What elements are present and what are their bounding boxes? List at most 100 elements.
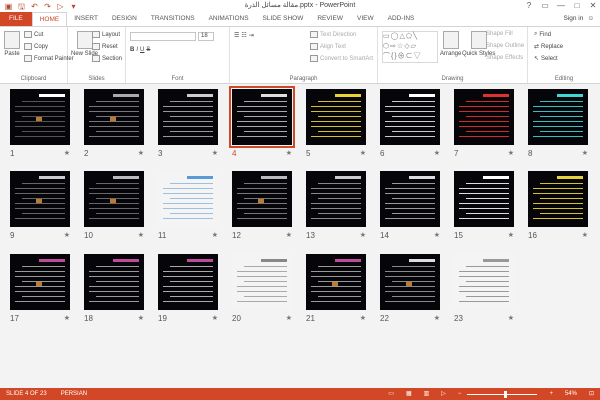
- slide-preview[interactable]: [528, 171, 588, 227]
- slide-preview[interactable]: [380, 254, 440, 310]
- slide-preview[interactable]: [306, 171, 366, 227]
- slide-preview[interactable]: [10, 171, 70, 227]
- slide-thumbnail[interactable]: 6 ★: [380, 89, 440, 158]
- font-size-box[interactable]: 18: [198, 32, 214, 41]
- slide-preview[interactable]: [232, 171, 292, 227]
- select-button[interactable]: ↖ Select: [534, 55, 558, 63]
- slide-preview[interactable]: [84, 254, 144, 310]
- find-button[interactable]: ⌕ Find: [534, 31, 551, 38]
- bullets-icon[interactable]: ☰: [234, 32, 239, 39]
- transition-star-icon[interactable]: ★: [434, 149, 440, 157]
- slide-thumbnail[interactable]: 11 ★: [158, 171, 218, 240]
- slide-preview[interactable]: [454, 89, 514, 145]
- format-painter-button[interactable]: Format Painter: [24, 55, 74, 62]
- slide-preview[interactable]: [454, 254, 514, 310]
- strikethrough-icon[interactable]: S: [146, 47, 150, 53]
- transition-star-icon[interactable]: ★: [360, 231, 366, 239]
- transition-star-icon[interactable]: ★: [138, 149, 144, 157]
- smiley-icon[interactable]: ☺: [587, 12, 594, 26]
- slide-thumbnail[interactable]: 18 ★: [84, 254, 144, 323]
- maximize-icon[interactable]: □: [572, 0, 582, 11]
- slide-thumbnail[interactable]: 5 ★: [306, 89, 366, 158]
- undo-icon[interactable]: ↶: [30, 2, 39, 11]
- transition-star-icon[interactable]: ★: [286, 231, 292, 239]
- transition-star-icon[interactable]: ★: [360, 149, 366, 157]
- slide-thumbnail[interactable]: 21 ★: [306, 254, 366, 323]
- slide-preview[interactable]: [10, 254, 70, 310]
- slide-thumbnail[interactable]: 7 ★: [454, 89, 514, 158]
- cut-button[interactable]: Cut: [24, 31, 43, 38]
- slide-thumbnail[interactable]: 13 ★: [306, 171, 366, 240]
- redo-icon[interactable]: ↷: [43, 2, 52, 11]
- transition-star-icon[interactable]: ★: [212, 231, 218, 239]
- slide-thumbnail[interactable]: 20 ★: [232, 254, 292, 323]
- tab-insert[interactable]: INSERT: [67, 12, 105, 26]
- transition-star-icon[interactable]: ★: [64, 314, 70, 322]
- reset-button[interactable]: Reset: [92, 43, 118, 50]
- replace-button[interactable]: ⇄ Replace: [534, 43, 563, 51]
- slide-preview[interactable]: [306, 89, 366, 145]
- slide-thumbnail[interactable]: 12 ★: [232, 171, 292, 240]
- shapes-gallery[interactable]: ▭◯△⬠╲ ⬡⇨☆◇▱ ⌒{}⊕⊂▽: [382, 31, 438, 63]
- fit-slide-icon[interactable]: ⊡: [589, 388, 594, 400]
- paste-button[interactable]: Paste: [4, 31, 20, 57]
- align-text-button[interactable]: Align Text: [310, 43, 346, 50]
- font-name-box[interactable]: [130, 32, 196, 41]
- transition-star-icon[interactable]: ★: [286, 149, 292, 157]
- slide-thumbnail[interactable]: 16 ★: [528, 171, 588, 240]
- underline-icon[interactable]: U: [140, 47, 144, 53]
- arrange-button[interactable]: Arrange: [440, 31, 461, 57]
- view-reading-icon[interactable]: ▥: [424, 388, 430, 400]
- transition-star-icon[interactable]: ★: [64, 149, 70, 157]
- zoom-out-icon[interactable]: −: [458, 388, 462, 400]
- help-icon[interactable]: ?: [524, 0, 534, 11]
- view-sorter-icon[interactable]: ▦: [406, 388, 412, 400]
- zoom-slider[interactable]: [467, 390, 538, 398]
- transition-star-icon[interactable]: ★: [508, 231, 514, 239]
- tab-slide-show[interactable]: SLIDE SHOW: [256, 12, 311, 26]
- tab-transitions[interactable]: TRANSITIONS: [144, 12, 202, 26]
- transition-star-icon[interactable]: ★: [508, 149, 514, 157]
- close-icon[interactable]: ✕: [588, 0, 598, 11]
- tab-design[interactable]: DESIGN: [105, 12, 144, 26]
- transition-star-icon[interactable]: ★: [582, 231, 588, 239]
- view-slideshow-icon[interactable]: ▷: [441, 388, 446, 400]
- slide-thumbnail[interactable]: 2 ★: [84, 89, 144, 158]
- slide-thumbnail[interactable]: 17 ★: [10, 254, 70, 323]
- slide-preview[interactable]: [229, 86, 295, 148]
- zoom-in-icon[interactable]: +: [549, 388, 553, 400]
- transition-star-icon[interactable]: ★: [360, 314, 366, 322]
- slide-preview[interactable]: [84, 171, 144, 227]
- copy-button[interactable]: Copy: [24, 43, 48, 50]
- convert-smartart-button[interactable]: Convert to SmartArt: [310, 55, 373, 62]
- sign-in-label[interactable]: Sign in: [563, 12, 583, 26]
- slide-preview[interactable]: [10, 89, 70, 145]
- zoom-level[interactable]: 54%: [565, 388, 577, 400]
- slide-preview[interactable]: [454, 171, 514, 227]
- slide-thumbnail[interactable]: 22 ★: [380, 254, 440, 323]
- tab-review[interactable]: REVIEW: [310, 12, 350, 26]
- indent-icon[interactable]: ⇥: [249, 32, 254, 39]
- tab-add-ins[interactable]: ADD-INS: [381, 12, 422, 26]
- slide-preview[interactable]: [306, 254, 366, 310]
- slide-thumbnail[interactable]: 1 ★: [10, 89, 70, 158]
- tab-view[interactable]: VIEW: [350, 12, 381, 26]
- shape-fill-button[interactable]: Shape Fill: [486, 31, 513, 37]
- section-button[interactable]: Section: [92, 55, 122, 62]
- slide-preview[interactable]: [158, 171, 218, 227]
- transition-star-icon[interactable]: ★: [212, 314, 218, 322]
- slide-preview[interactable]: [158, 89, 218, 145]
- text-direction-button[interactable]: Text Direction: [310, 31, 356, 38]
- tab-file[interactable]: FILE: [0, 12, 32, 26]
- slideshow-icon[interactable]: ▷: [56, 2, 65, 11]
- transition-star-icon[interactable]: ★: [582, 149, 588, 157]
- zoom-slider-knob[interactable]: [503, 390, 507, 398]
- transition-star-icon[interactable]: ★: [138, 314, 144, 322]
- slide-thumbnail[interactable]: 8 ★: [528, 89, 588, 158]
- italic-icon[interactable]: I: [136, 47, 138, 53]
- transition-star-icon[interactable]: ★: [138, 231, 144, 239]
- slide-preview[interactable]: [232, 254, 292, 310]
- slide-thumbnail[interactable]: 23 ★: [454, 254, 514, 323]
- minimize-icon[interactable]: —: [556, 0, 566, 11]
- transition-star-icon[interactable]: ★: [64, 231, 70, 239]
